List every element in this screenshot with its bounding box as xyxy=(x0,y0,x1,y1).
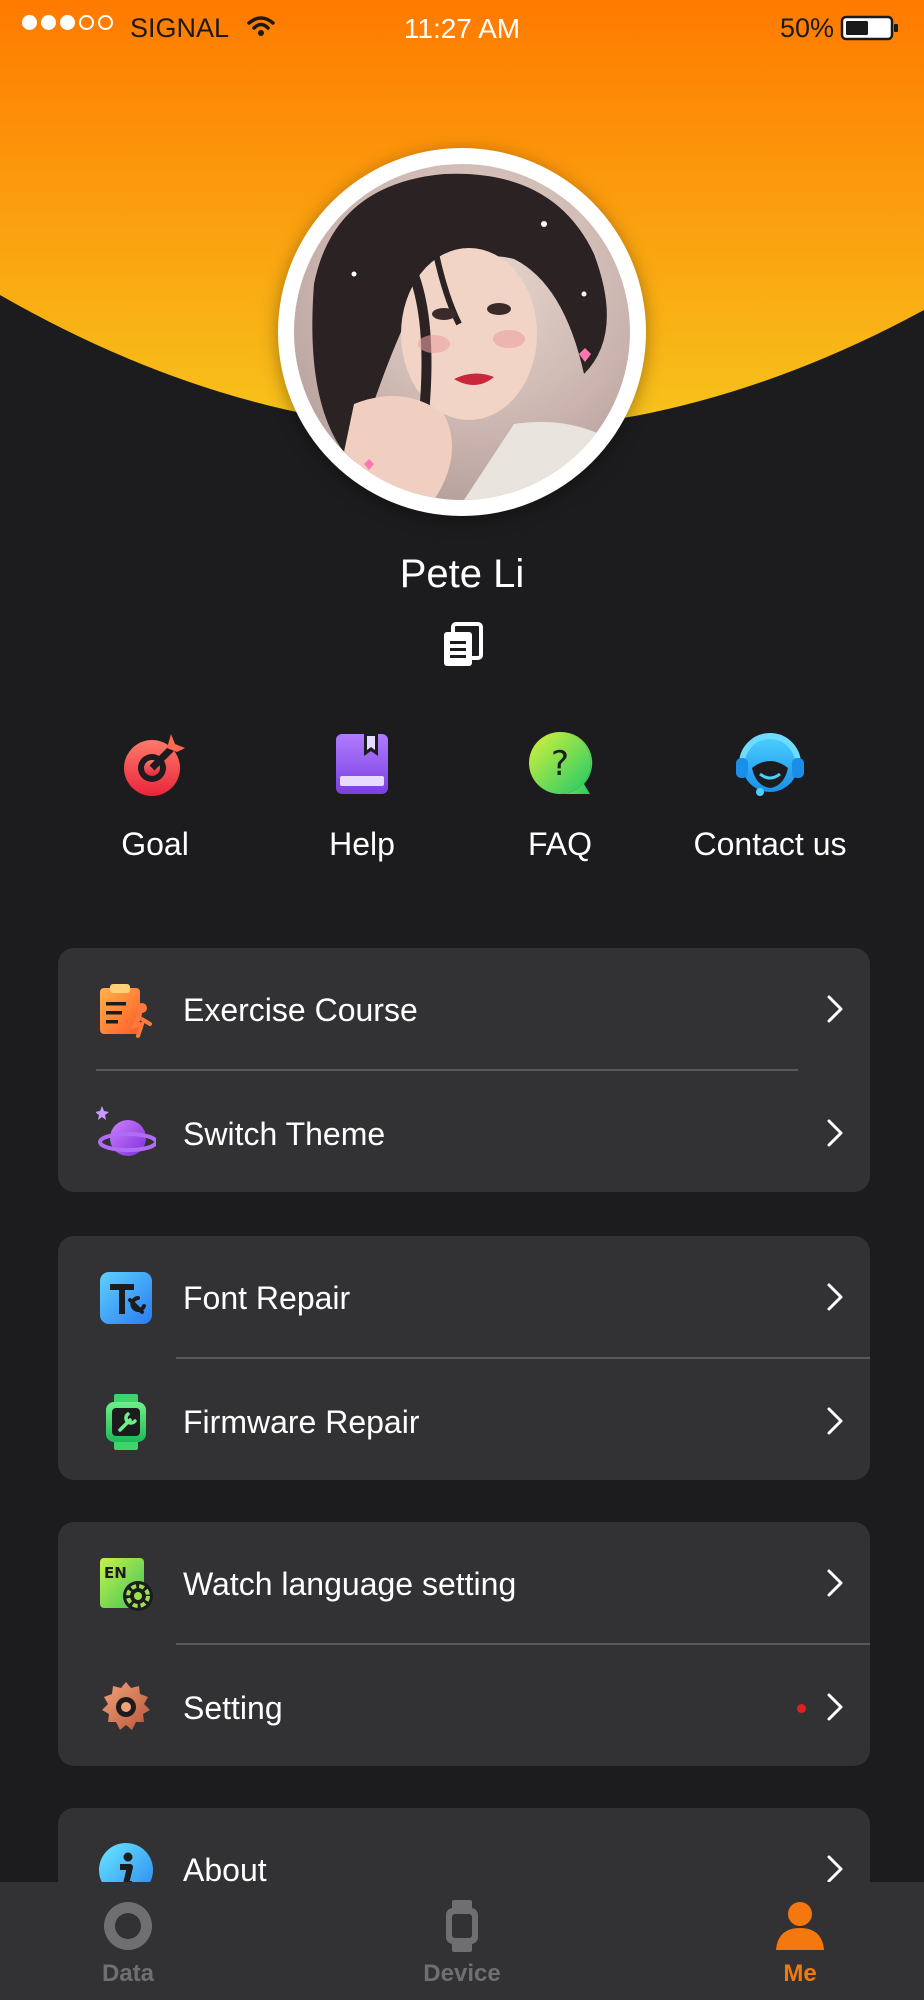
planet-icon xyxy=(95,1104,158,1164)
svg-text:?: ? xyxy=(551,744,569,784)
avatar-photo xyxy=(294,164,630,500)
language-icon: EN xyxy=(96,1554,156,1614)
menu-card-course-theme: Exercise Course Switch Theme xyxy=(58,948,870,1192)
menu-item-label: Switch Theme xyxy=(183,1115,386,1152)
menu-item-label: Font Repair xyxy=(183,1279,351,1316)
status-bar: SIGNAL 11:27 AM 50% xyxy=(0,0,924,56)
menu-card-settings: EN Watch language setting Setting xyxy=(58,1522,870,1766)
divider xyxy=(96,1069,798,1071)
menu-item-label: Firmware Repair xyxy=(183,1403,420,1440)
menu-card-repair: Font Repair Firmware Repair xyxy=(58,1236,870,1480)
quick-action-contact-us[interactable]: Contact us xyxy=(670,728,870,863)
quick-action-label: Help xyxy=(329,826,395,862)
menu-item-label: Exercise Course xyxy=(183,991,418,1028)
chevron-right-icon xyxy=(826,1282,844,1317)
quick-action-label: Goal xyxy=(121,826,189,862)
divider xyxy=(176,1643,870,1645)
notification-dot xyxy=(797,1704,806,1713)
quick-action-goal[interactable]: Goal xyxy=(95,728,215,863)
tab-label: Data xyxy=(101,1960,155,1987)
chevron-right-icon xyxy=(826,1118,844,1153)
data-icon xyxy=(100,1898,156,1954)
font-repair-icon xyxy=(96,1268,156,1328)
watch-icon xyxy=(434,1898,490,1954)
headset-icon xyxy=(734,728,806,800)
avatar[interactable] xyxy=(278,148,646,516)
chevron-right-icon xyxy=(826,1568,844,1603)
menu-item-exercise-course[interactable]: Exercise Course xyxy=(58,948,870,1072)
tab-label: Device xyxy=(423,1960,501,1987)
user-name: Pete Li xyxy=(399,552,525,596)
menu-item-font-repair[interactable]: Font Repair xyxy=(58,1236,870,1360)
quick-action-label: FAQ xyxy=(527,826,592,862)
faq-icon: ? xyxy=(524,728,596,800)
menu-item-watch-language-setting[interactable]: EN Watch language setting xyxy=(58,1522,870,1646)
battery-icon xyxy=(840,14,900,49)
menu-item-switch-theme[interactable]: Switch Theme xyxy=(58,1072,870,1192)
chevron-right-icon xyxy=(826,1406,844,1441)
quick-actions: Goal Help ? FAQ Contact us xyxy=(0,728,924,878)
quick-action-help[interactable]: Help xyxy=(302,728,422,863)
help-book-icon xyxy=(326,728,398,800)
chevron-right-icon xyxy=(826,1692,844,1727)
battery-percent: 50% xyxy=(779,13,834,43)
copy-document-icon[interactable] xyxy=(441,622,485,675)
divider xyxy=(176,1357,870,1359)
tab-label: Me xyxy=(783,1960,817,1987)
menu-item-label: Watch language setting xyxy=(183,1565,517,1602)
chevron-right-icon xyxy=(826,994,844,1029)
menu-item-firmware-repair[interactable]: Firmware Repair xyxy=(58,1360,870,1480)
quick-action-label: Contact us xyxy=(693,826,847,862)
person-icon xyxy=(772,1898,828,1954)
quick-action-faq[interactable]: ? FAQ xyxy=(500,728,620,863)
tab-bar: Data Device Me xyxy=(0,1882,924,2000)
tab-device[interactable]: Device xyxy=(382,1898,542,1988)
goal-icon xyxy=(119,728,191,800)
tab-me[interactable]: Me xyxy=(720,1898,880,1988)
firmware-repair-icon xyxy=(96,1392,156,1452)
tab-data[interactable]: Data xyxy=(48,1898,208,1988)
gear-icon xyxy=(96,1678,156,1738)
menu-item-label: Setting xyxy=(183,1689,283,1726)
menu-item-setting[interactable]: Setting xyxy=(58,1646,870,1766)
svg-text:EN: EN xyxy=(104,1564,127,1582)
exercise-course-icon xyxy=(96,980,156,1040)
